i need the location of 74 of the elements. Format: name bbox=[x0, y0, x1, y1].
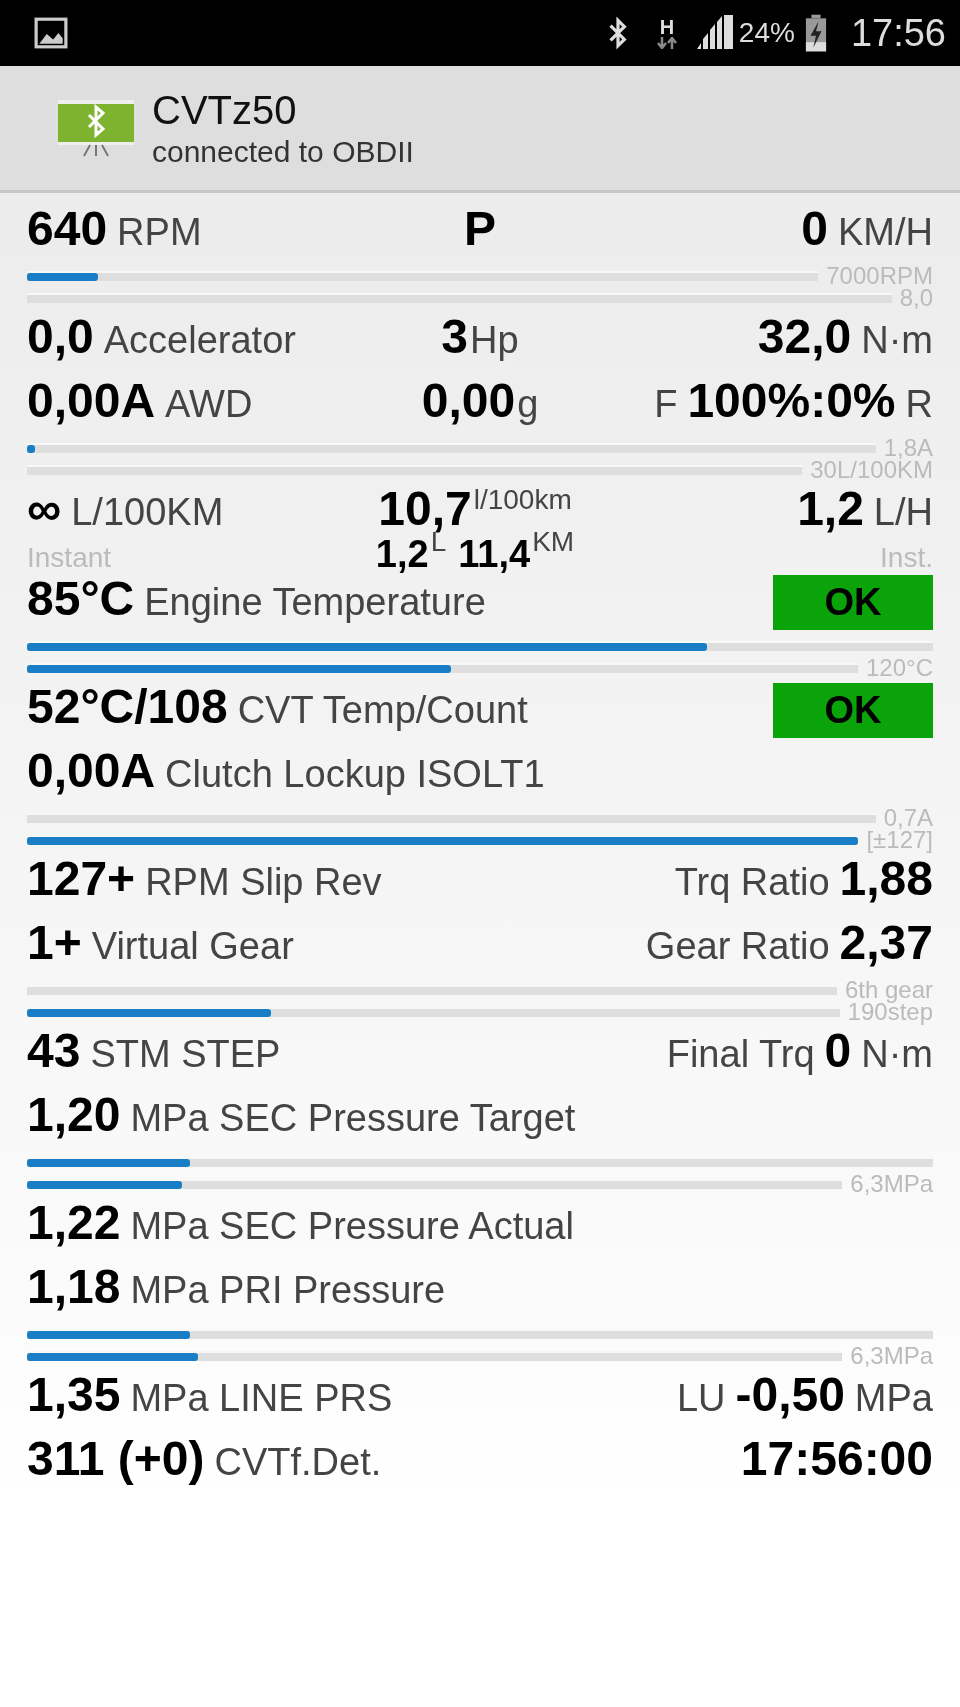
reading-value: 11,4 bbox=[458, 533, 531, 576]
unit-label: R bbox=[905, 383, 933, 426]
battery-level: 24% bbox=[738, 17, 795, 49]
reading-value: 0,00A bbox=[27, 373, 156, 428]
reading-value: 1,2 bbox=[375, 533, 429, 576]
unit-label: MPa SEC Pressure Target bbox=[130, 1097, 576, 1140]
reading-value: ∞ bbox=[27, 481, 62, 536]
unit-label: Gear Ratio bbox=[645, 925, 830, 968]
unit-label: N·m bbox=[861, 1033, 933, 1076]
reading-value: 2,37 bbox=[839, 915, 933, 970]
reading-value: 17:56:00 bbox=[740, 1431, 933, 1486]
unit-label: Accelerator bbox=[103, 319, 296, 362]
unit-label: l/100km bbox=[473, 484, 572, 516]
unit-label: MPa PRI Pressure bbox=[130, 1269, 446, 1312]
unit-label: MPa LINE PRS bbox=[130, 1377, 393, 1420]
reading-value: 1,35 bbox=[27, 1367, 121, 1422]
reading-value: 0,00 bbox=[421, 373, 516, 428]
reading-value: 1,88 bbox=[839, 852, 933, 906]
app-title: CVTz50 bbox=[152, 87, 298, 133]
unit-label: N·m bbox=[861, 319, 933, 362]
unit-label: Hp bbox=[470, 319, 519, 362]
clock: 17:56 bbox=[850, 11, 946, 55]
reading-value: 1,18 bbox=[27, 1259, 121, 1314]
scale-label: 6,3MPa bbox=[850, 1342, 933, 1370]
app-icon[interactable] bbox=[56, 98, 136, 158]
reading-value: 85°C bbox=[27, 571, 135, 626]
unit-label: KM/H bbox=[838, 211, 933, 254]
reading-value: 311 (+0) bbox=[27, 1431, 205, 1486]
unit-label: AWD bbox=[165, 383, 253, 426]
reading-value: 127+ bbox=[27, 851, 136, 906]
scale-label: 120°C bbox=[866, 654, 933, 682]
status-badge: OK bbox=[773, 575, 933, 630]
reading-value: 640 bbox=[27, 201, 108, 256]
reading-value: 1,20 bbox=[27, 1087, 121, 1142]
reading-value: 0,00A bbox=[27, 743, 156, 798]
arrows-icon bbox=[656, 37, 677, 49]
reading-value: 43 bbox=[27, 1023, 81, 1078]
reading-value: 1,22 bbox=[27, 1195, 121, 1250]
unit-label: RPM bbox=[117, 211, 202, 254]
unit-label: MPa SEC Pressure Actual bbox=[130, 1205, 574, 1248]
unit-label: MPa bbox=[854, 1377, 933, 1420]
unit-label: Virtual Gear bbox=[91, 925, 294, 968]
unit-label: L/H bbox=[873, 491, 933, 534]
reading-value: 0 bbox=[824, 1024, 852, 1078]
unit-label: F bbox=[654, 383, 678, 426]
image-icon bbox=[34, 16, 68, 50]
battery-icon bbox=[804, 13, 827, 53]
unit-label: Final Trq bbox=[666, 1033, 815, 1076]
unit-label: Trq Ratio bbox=[674, 861, 830, 904]
reading-value: 100%:0% bbox=[687, 373, 896, 428]
reading-value: 0,0 bbox=[27, 309, 94, 364]
unit-label: L/100KM bbox=[71, 491, 224, 534]
unit-label: Clutch Lockup ISOLT1 bbox=[165, 753, 545, 796]
unit-label: RPM Slip Rev bbox=[145, 861, 382, 904]
scale-label: 6,3MPa bbox=[850, 1170, 933, 1198]
unit-label: LU bbox=[676, 1377, 726, 1420]
reading-value: 52°C/108 bbox=[27, 679, 228, 734]
unit-label: KM bbox=[532, 526, 575, 558]
unit-label: g bbox=[517, 383, 539, 426]
unit-label: CVT Temp/Count bbox=[237, 689, 528, 732]
reading-value: -0,50 bbox=[735, 1367, 845, 1422]
reading-value: P bbox=[464, 201, 496, 256]
unit-label: STM STEP bbox=[90, 1033, 281, 1076]
reading-value: 32,0 bbox=[757, 309, 852, 364]
connection-status: connected to OBDII bbox=[152, 134, 414, 169]
unit-label: Engine Temperature bbox=[144, 581, 486, 624]
unit-label: CVTf.Det. bbox=[214, 1441, 382, 1484]
signal-icon bbox=[694, 15, 735, 51]
status-badge: OK bbox=[773, 683, 933, 738]
reading-value: 0 bbox=[801, 201, 828, 256]
reading-value: 1+ bbox=[27, 915, 82, 970]
reading-value: 3 bbox=[441, 309, 469, 364]
network-type: H bbox=[659, 17, 675, 37]
reading-value: 1,2 bbox=[797, 481, 864, 536]
